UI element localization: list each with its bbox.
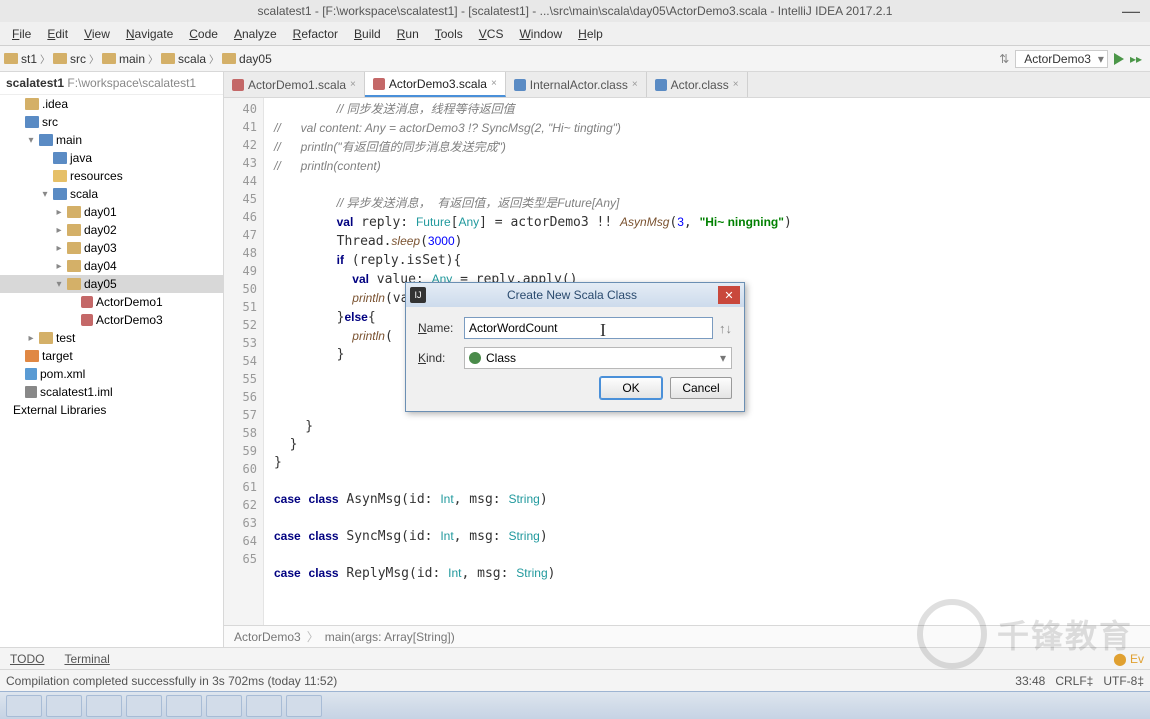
status-bar: Compilation completed successfully in 3s… <box>0 669 1150 691</box>
caret-position: 33:48 <box>1015 674 1045 688</box>
menu-vcs[interactable]: VCS <box>471 24 512 44</box>
gutter: 4041424344454647484950515253545556575859… <box>224 98 264 625</box>
taskbar-button[interactable] <box>246 695 282 717</box>
close-icon[interactable]: ✕ <box>718 286 740 304</box>
tree-node-actordemo1[interactable]: ActorDemo1 <box>0 293 223 311</box>
taskbar-button[interactable] <box>46 695 82 717</box>
tree-node-main[interactable]: ▾main <box>0 131 223 149</box>
sort-toggle-icon[interactable]: ↑↓ <box>719 321 732 336</box>
todo-tool-tab[interactable]: TODO <box>0 652 54 666</box>
breadcrumb-item[interactable]: scala <box>161 52 206 66</box>
tree-node-test[interactable]: ▸test <box>0 329 223 347</box>
breadcrumb-item[interactable]: day05 <box>222 52 272 66</box>
run-icon[interactable] <box>1114 53 1124 65</box>
editor-tab[interactable]: ActorDemo1.scala× <box>224 72 365 97</box>
close-tab-icon[interactable]: × <box>491 78 497 89</box>
run-config-selector[interactable]: ActorDemo3 <box>1015 50 1108 68</box>
kind-value: Class <box>486 351 516 365</box>
menu-edit[interactable]: Edit <box>39 24 76 44</box>
intellij-icon: IJ <box>410 287 426 303</box>
breadcrumb: st1 src main scala day05 <box>0 51 272 66</box>
close-tab-icon[interactable]: × <box>350 79 356 90</box>
class-icon <box>469 352 481 364</box>
editor-tab[interactable]: InternalActor.class× <box>506 72 647 97</box>
menu-build[interactable]: Build <box>346 24 389 44</box>
tree-node-target[interactable]: target <box>0 347 223 365</box>
tree-node-java[interactable]: java <box>0 149 223 167</box>
debug-icon[interactable]: ▸▸ <box>1130 52 1142 66</box>
taskbar-button[interactable] <box>206 695 242 717</box>
text-cursor-icon: I <box>600 320 606 341</box>
menu-analyze[interactable]: Analyze <box>226 24 285 44</box>
bottom-tool-bar: TODO Terminal ⬤ Ev <box>0 647 1150 669</box>
menu-run[interactable]: Run <box>389 24 427 44</box>
taskbar-button[interactable] <box>166 695 202 717</box>
tree-node-src[interactable]: src <box>0 113 223 131</box>
toolbar-icon[interactable]: ⇅ <box>999 52 1009 66</box>
status-message: Compilation completed successfully in 3s… <box>6 674 337 688</box>
tree-node-day04[interactable]: ▸day04 <box>0 257 223 275</box>
project-path: F:\workspace\scalatest1 <box>67 76 196 90</box>
dialog-title: Create New Scala Class <box>426 288 718 302</box>
tree-node-scala[interactable]: ▾scala <box>0 185 223 203</box>
menu-tools[interactable]: Tools <box>427 24 471 44</box>
project-root[interactable]: scalatest1 F:\workspace\scalatest1 <box>0 72 223 95</box>
editor-tab[interactable]: Actor.class× <box>647 72 748 97</box>
taskbar-button[interactable] <box>6 695 42 717</box>
breadcrumb-item[interactable]: st1 <box>4 52 37 66</box>
tree-node-resources[interactable]: resources <box>0 167 223 185</box>
menu-view[interactable]: View <box>76 24 118 44</box>
tree-node-external-libraries[interactable]: External Libraries <box>0 401 223 419</box>
ok-button[interactable]: OK <box>600 377 662 399</box>
minimize-icon[interactable]: — <box>1122 1 1140 22</box>
tree-node-day05[interactable]: ▾day05 <box>0 275 223 293</box>
bc-class[interactable]: ActorDemo3 <box>234 630 301 644</box>
taskbar-button[interactable] <box>286 695 322 717</box>
taskbar-button[interactable] <box>86 695 122 717</box>
os-taskbar <box>0 691 1150 719</box>
tree-node-day02[interactable]: ▸day02 <box>0 221 223 239</box>
navigation-bar: st1 src main scala day05 ⇅ ActorDemo3 ▸▸ <box>0 46 1150 72</box>
tree-node-actordemo3[interactable]: ActorDemo3 <box>0 311 223 329</box>
breadcrumb-item[interactable]: main <box>102 52 145 66</box>
close-tab-icon[interactable]: × <box>733 79 739 90</box>
window-title-bar: scalatest1 - [F:\workspace\scalatest1] -… <box>0 0 1150 22</box>
line-separator[interactable]: CRLF‡ <box>1055 674 1093 688</box>
window-title: scalatest1 - [F:\workspace\scalatest1] -… <box>258 4 893 18</box>
editor-tabs: ActorDemo1.scala×ActorDemo3.scala×Intern… <box>224 72 1150 98</box>
run-config-label: ActorDemo3 <box>1024 52 1091 66</box>
project-tool-window: scalatest1 F:\workspace\scalatest1 .idea… <box>0 72 224 647</box>
kind-selector[interactable]: Class <box>464 347 732 369</box>
taskbar-button[interactable] <box>126 695 162 717</box>
project-name: scalatest1 <box>6 76 64 90</box>
name-input[interactable] <box>464 317 713 339</box>
menu-navigate[interactable]: Navigate <box>118 24 181 44</box>
menu-refactor[interactable]: Refactor <box>285 24 346 44</box>
breadcrumb-item[interactable]: src <box>53 52 86 66</box>
menu-code[interactable]: Code <box>181 24 226 44</box>
name-label: Name: <box>418 321 464 335</box>
create-class-dialog: IJ Create New Scala Class ✕ Name: ↑↓ Kin… <box>405 282 745 412</box>
event-log-icon[interactable]: ⬤ Ev <box>1113 652 1150 666</box>
bc-method[interactable]: main(args: Array[String]) <box>325 630 455 644</box>
close-tab-icon[interactable]: × <box>632 79 638 90</box>
cancel-button[interactable]: Cancel <box>670 377 732 399</box>
file-encoding[interactable]: UTF-8‡ <box>1103 674 1144 688</box>
menu-file[interactable]: File <box>4 24 39 44</box>
editor-tab[interactable]: ActorDemo3.scala× <box>365 72 506 97</box>
tree-node--idea[interactable]: .idea <box>0 95 223 113</box>
kind-label: Kind: <box>418 351 464 365</box>
menu-bar: FileEditViewNavigateCodeAnalyzeRefactorB… <box>0 22 1150 46</box>
tree-node-day03[interactable]: ▸day03 <box>0 239 223 257</box>
dialog-title-bar[interactable]: IJ Create New Scala Class ✕ <box>406 283 744 307</box>
menu-window[interactable]: Window <box>511 24 570 44</box>
menu-help[interactable]: Help <box>570 24 611 44</box>
tree-node-scalatest1-iml[interactable]: scalatest1.iml <box>0 383 223 401</box>
tree-node-pom-xml[interactable]: pom.xml <box>0 365 223 383</box>
terminal-tool-tab[interactable]: Terminal <box>54 652 119 666</box>
structure-breadcrumb: ActorDemo3 〉 main(args: Array[String]) <box>224 625 1150 647</box>
tree-node-day01[interactable]: ▸day01 <box>0 203 223 221</box>
